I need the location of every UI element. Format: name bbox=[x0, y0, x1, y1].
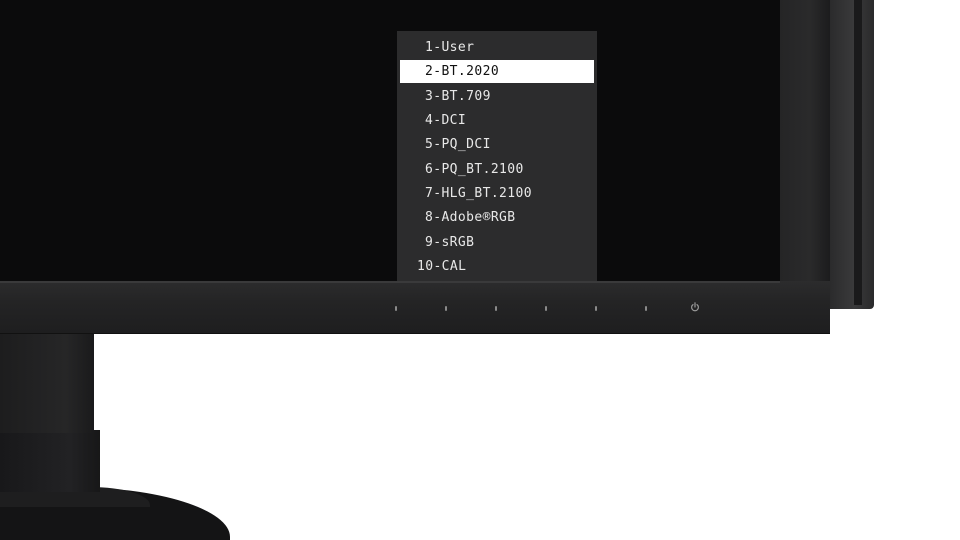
menu-item-pq-bt2100[interactable]: 6-PQ_BT.2100 bbox=[400, 158, 594, 181]
menu-item-label: 7-HLG_BT.2100 bbox=[425, 186, 532, 201]
menu-item-label: 9-sRGB bbox=[425, 235, 475, 250]
menu-item-bt709[interactable]: 3-BT.709 bbox=[400, 85, 594, 108]
bezel-button-3[interactable] bbox=[495, 306, 497, 311]
monitor-screen bbox=[0, 0, 780, 281]
power-icon[interactable] bbox=[690, 302, 700, 312]
bezel-button-2[interactable] bbox=[445, 306, 447, 311]
product-photo: 1-User 2-BT.2020 3-BT.709 4-DCI 5-PQ_DCI… bbox=[0, 0, 960, 540]
bezel-button-6[interactable] bbox=[645, 306, 647, 311]
menu-item-srgb[interactable]: 9-sRGB bbox=[400, 231, 594, 254]
bezel-button-5[interactable] bbox=[595, 306, 597, 311]
menu-item-label: 4-DCI bbox=[425, 113, 467, 128]
osd-color-mode-menu: 1-User 2-BT.2020 3-BT.709 4-DCI 5-PQ_DCI… bbox=[397, 31, 597, 281]
menu-item-label: 3-BT.709 bbox=[425, 89, 491, 104]
menu-item-label: 6-PQ_BT.2100 bbox=[425, 162, 524, 177]
menu-item-label: 1-User bbox=[425, 40, 475, 55]
menu-item-user[interactable]: 1-User bbox=[400, 36, 594, 59]
bezel-button-4[interactable] bbox=[545, 306, 547, 311]
menu-item-adobe-rgb[interactable]: 8-Adobe®RGB bbox=[400, 206, 594, 229]
menu-item-label: 2-BT.2020 bbox=[425, 64, 500, 79]
bezel-button-1[interactable] bbox=[395, 306, 397, 311]
menu-item-bt2020[interactable]: 2-BT.2020 bbox=[400, 60, 594, 83]
shading-hood bbox=[830, 0, 874, 309]
menu-item-label: 5-PQ_DCI bbox=[425, 137, 491, 152]
menu-item-pq-dci[interactable]: 5-PQ_DCI bbox=[400, 133, 594, 156]
shading-hood-edge bbox=[854, 0, 862, 305]
menu-item-hlg-bt2100[interactable]: 7-HLG_BT.2100 bbox=[400, 182, 594, 205]
menu-item-label: 10-CAL bbox=[417, 259, 467, 274]
bezel-edge bbox=[0, 281, 780, 283]
menu-item-label: 8-Adobe®RGB bbox=[425, 210, 516, 225]
menu-item-dci[interactable]: 4-DCI bbox=[400, 109, 594, 132]
monitor-bottom-bezel bbox=[0, 281, 830, 334]
menu-item-cal[interactable]: 10-CAL bbox=[400, 255, 594, 278]
monitor-stand-collar bbox=[0, 430, 100, 492]
monitor-stand-neck bbox=[0, 333, 94, 433]
